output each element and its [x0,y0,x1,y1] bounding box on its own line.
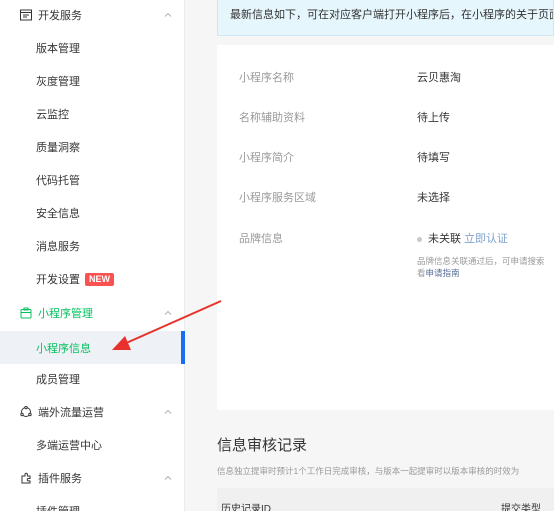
brand-status-text: 未关联 [428,233,461,245]
brand-status: 未关联 立即认证 [417,230,508,246]
info-row-name-materials: 名称辅助资料 待上传 [217,109,554,129]
apply-guide-link[interactable]: 申请指南 [426,268,460,278]
info-value: 待填写 [417,152,450,164]
sidebar-item-gray-mgmt[interactable]: 灰度管理 [0,66,185,96]
sidebar-group-label: 开发服务 [38,10,82,22]
sidebar-item-multi-ops-center[interactable]: 多端运营中心 [0,430,185,460]
audit-section-desc: 信息独立提审时预计1个工作日完成审核，与版本一起提审时以版本审核的时效为 [217,466,520,476]
info-key: 小程序服务区域 [239,192,316,204]
sidebar: 开发服务 版本管理 灰度管理 云监控 质量洞察 代码托管 安全信息 消息服务 开… [0,0,185,511]
info-row-service-area: 小程序服务区域 未选择 [217,189,554,209]
traffic-icon [20,406,32,418]
sidebar-item-member-mgmt[interactable]: 成员管理 [0,364,185,394]
sidebar-item-miniprogram-info[interactable]: 小程序信息 [0,331,185,364]
sidebar-item-version-mgmt[interactable]: 版本管理 [0,33,185,63]
sidebar-group-external-ops[interactable]: 端外流量运营 [0,397,185,427]
selected-indicator [181,331,185,364]
sidebar-item-label: 质量洞察 [36,142,80,154]
miniprogram-info-card: 小程序名称 云贝惠淘 名称辅助资料 待上传 小程序简介 待填写 小程序服务区域 … [217,45,554,410]
sidebar-item-label: 小程序信息 [36,342,91,355]
info-key: 小程序简介 [239,152,294,164]
brand-note: 品牌信息关联通过后，可申请搜索 看申请指南 [417,255,554,279]
info-value: 云贝惠淘 [417,72,461,84]
sidebar-item-label: 灰度管理 [36,76,80,88]
plugin-icon [20,472,32,484]
sidebar-item-security-info[interactable]: 安全信息 [0,198,185,228]
col-header-submit-type: 提交类型 [501,504,541,511]
info-row-name: 小程序名称 云贝惠淘 [217,69,554,89]
brand-note-tail: 看 [417,268,426,278]
sidebar-item-label: 开发设置 [36,274,80,286]
sidebar-group-label: 端外流量运营 [38,407,104,419]
chevron-up-icon [164,475,172,480]
sidebar-group-plugin-services[interactable]: 插件服务 [0,463,185,493]
sidebar-item-label: 版本管理 [36,43,80,55]
code-window-icon [20,9,32,21]
chevron-up-icon [164,12,172,17]
info-key: 小程序名称 [239,72,294,84]
sidebar-item-plugin-mgmt[interactable]: 插件管理 [0,496,185,511]
sidebar-item-label: 消息服务 [36,241,80,253]
col-header-history-id: 历史记录ID [221,504,271,511]
audit-table-header: 历史记录ID 提交类型 [217,488,554,511]
sidebar-item-label: 多端运营中心 [36,440,102,452]
sidebar-item-quality-insight[interactable]: 质量洞察 [0,132,185,162]
info-value: 未选择 [417,192,450,204]
sidebar-item-label: 插件管理 [36,503,80,511]
chevron-up-icon [164,310,172,315]
brand-note-text: 品牌信息关联通过后，可申请搜索 [417,256,545,266]
sidebar-group-label: 插件服务 [38,473,82,485]
info-key: 品牌信息 [239,233,283,245]
verify-now-link[interactable]: 立即认证 [464,233,508,245]
chevron-up-icon [164,409,172,414]
sidebar-group-miniprogram-mgmt[interactable]: 小程序管理 [0,298,185,328]
sidebar-item-label: 成员管理 [36,374,80,386]
sidebar-item-code-hosting[interactable]: 代码托管 [0,165,185,195]
status-dot [417,236,422,242]
notice-text: 最新信息如下，可在对应客户端打开小程序后，在小程序的关于页面 [230,9,554,21]
miniprogram-icon [20,307,32,319]
sidebar-group-dev-services[interactable]: 开发服务 [0,0,185,30]
audit-section-title: 信息审核记录 [217,437,308,454]
sidebar-item-cloud-monitor[interactable]: 云监控 [0,99,185,129]
info-row-brand: 品牌信息 未关联 立即认证 [217,230,554,250]
sidebar-item-label: 代码托管 [36,175,80,187]
sidebar-item-label: 安全信息 [36,208,80,220]
info-notice-banner: 最新信息如下，可在对应客户端打开小程序后，在小程序的关于页面 [217,0,554,36]
info-row-intro: 小程序简介 待填写 [217,149,554,169]
new-badge: NEW [85,272,114,286]
sidebar-group-label: 小程序管理 [38,308,93,320]
info-value: 待上传 [417,112,450,124]
sidebar-item-dev-settings[interactable]: 开发设置 NEW [0,264,185,294]
sidebar-item-label: 云监控 [36,109,69,121]
info-key: 名称辅助资料 [239,112,305,124]
sidebar-item-message-service[interactable]: 消息服务 [0,231,185,261]
